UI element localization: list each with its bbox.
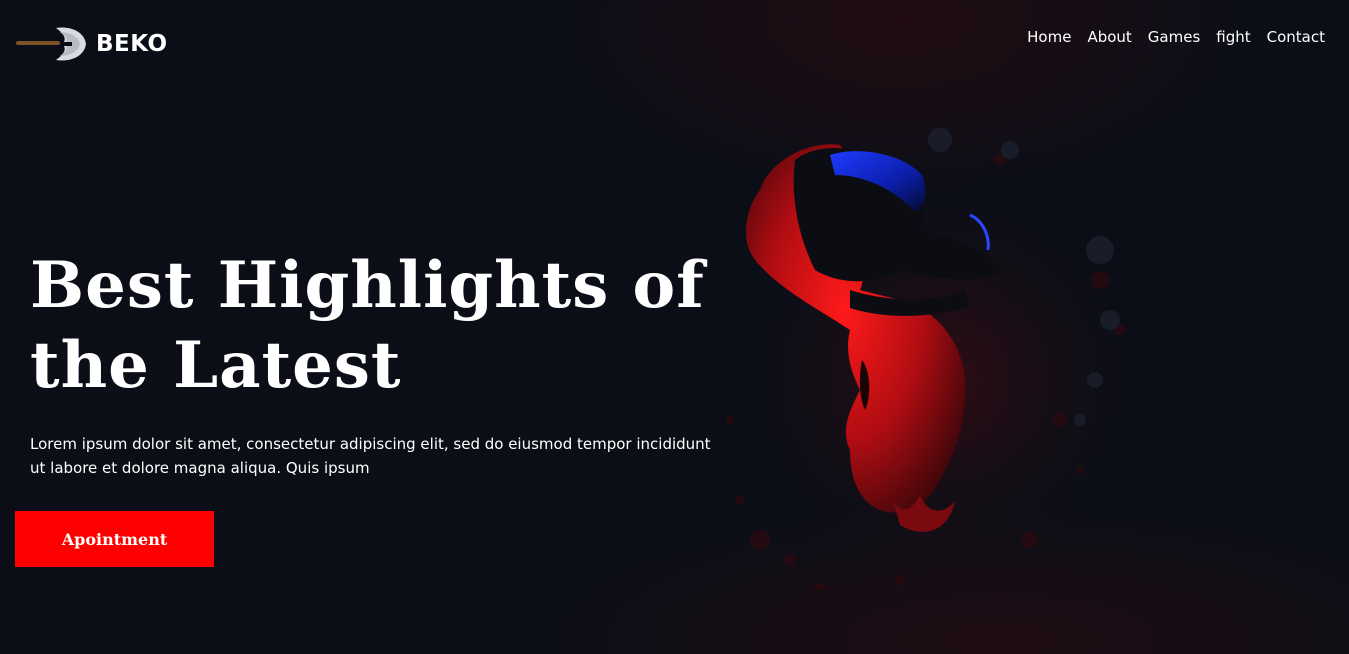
appointment-button[interactable]: Apointment [15, 511, 214, 567]
nav-fight[interactable]: fight [1216, 28, 1250, 46]
nav-about[interactable]: About [1087, 28, 1131, 46]
hero-title: Best Highlights of the Latest [30, 246, 750, 406]
nav-home[interactable]: Home [1027, 28, 1071, 46]
hero-description: Lorem ipsum dolor sit amet, consectetur … [30, 435, 711, 477]
nav-contact[interactable]: Contact [1267, 28, 1325, 46]
hero-title-line1: Best Highlights of [30, 248, 705, 323]
main-nav: Home About Games fight Contact [1027, 28, 1325, 46]
brand-name: BEKO [96, 31, 168, 57]
nav-games[interactable]: Games [1148, 28, 1200, 46]
brand-logo[interactable]: BEKO [16, 24, 168, 64]
battle-axe-icon [16, 24, 88, 64]
landing-page: BEKO Home About Games fight Contact Best… [0, 0, 1349, 654]
site-header: BEKO Home About Games fight Contact [0, 0, 1349, 80]
vr-headset-face-image [700, 120, 1170, 600]
hero-title-line2: the Latest [30, 328, 402, 403]
